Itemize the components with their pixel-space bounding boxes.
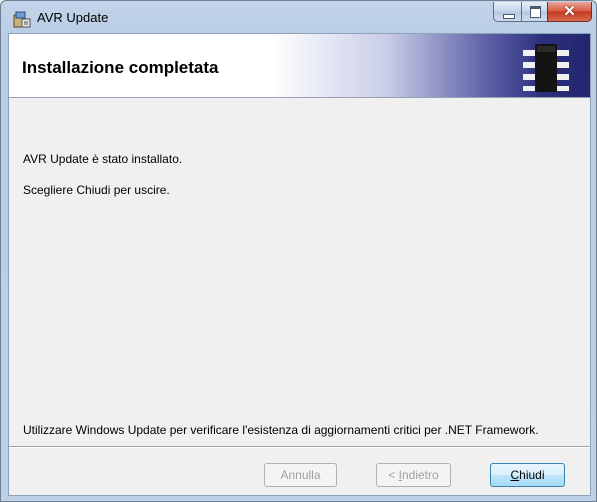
- page-title: Installazione completata: [22, 58, 219, 77]
- footer-separator: [9, 446, 590, 448]
- installer-icon: [13, 11, 31, 28]
- back-button[interactable]: < Indietro: [376, 463, 451, 487]
- back-label-rest: ndietro: [401, 468, 439, 482]
- installer-window: AVR Update ✕ Installazione completata AV…: [0, 0, 597, 502]
- install-complete-text: AVR Update è stato installato.: [23, 152, 183, 166]
- close-window-button[interactable]: ✕: [547, 2, 592, 22]
- window-title: AVR Update: [37, 10, 109, 25]
- windows-update-note: Utilizzare Windows Update per verificare…: [23, 423, 539, 437]
- wizard-client-area: Installazione completata AVR Update è st…: [8, 33, 591, 496]
- cancel-button[interactable]: Annulla: [264, 463, 337, 487]
- maximize-icon: [530, 6, 541, 18]
- header-banner: Installazione completata: [9, 34, 590, 98]
- close-button[interactable]: Chiudi: [490, 463, 565, 487]
- chip-icon: [523, 44, 569, 92]
- close-icon: ✕: [563, 3, 576, 20]
- maximize-button[interactable]: [521, 2, 548, 22]
- back-label-prefix: <: [388, 468, 399, 482]
- content-area: [9, 98, 590, 440]
- minimize-button[interactable]: [493, 2, 522, 22]
- title-bar[interactable]: AVR Update ✕: [1, 1, 596, 34]
- minimize-icon: [503, 14, 515, 19]
- close-instruction-text: Scegliere Chiudi per uscire.: [23, 183, 170, 197]
